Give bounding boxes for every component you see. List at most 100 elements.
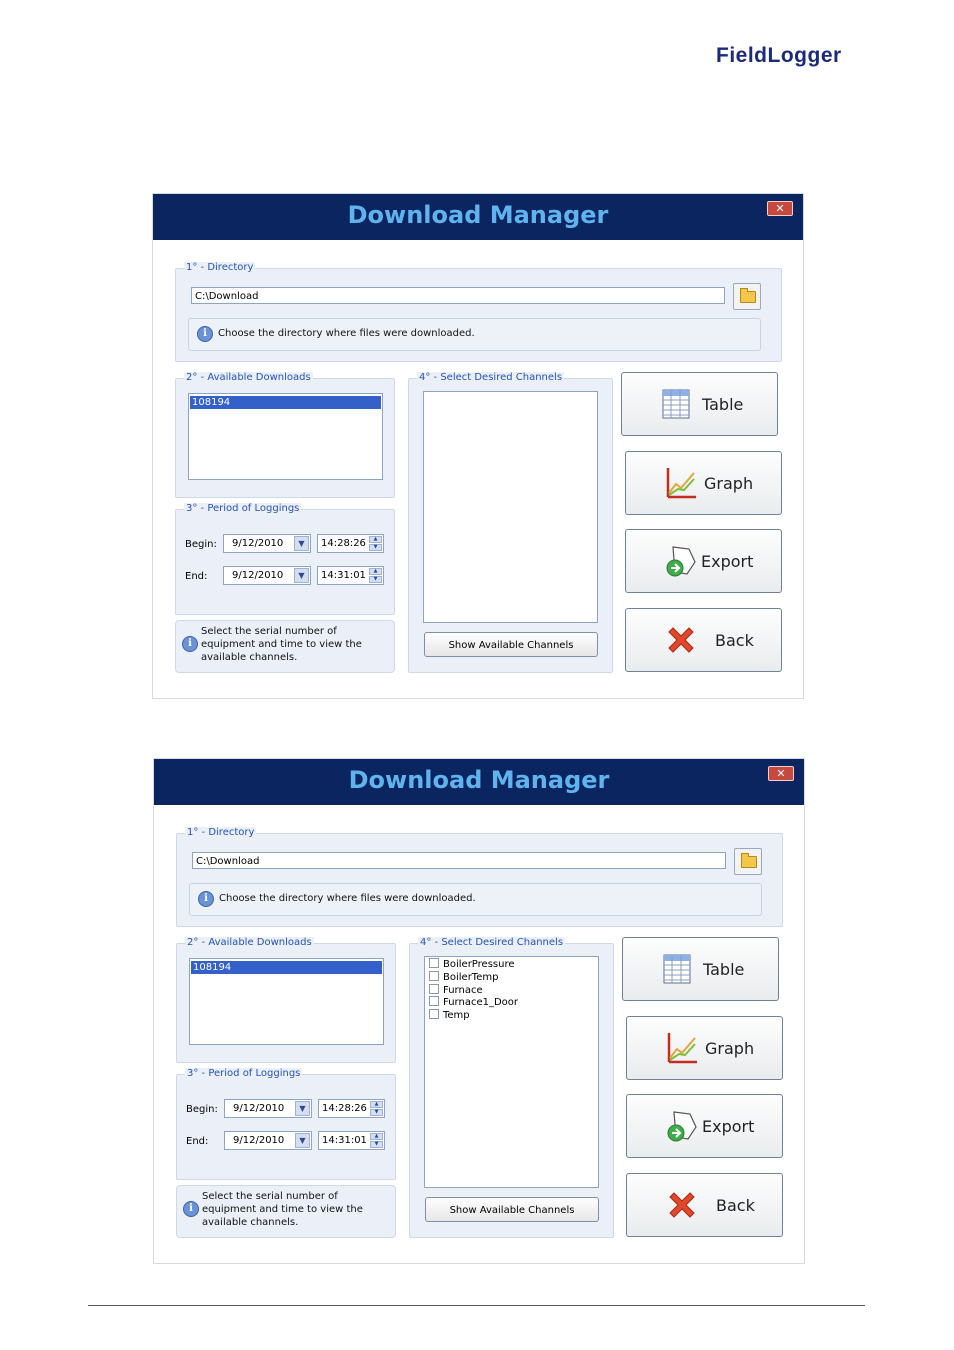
- chevron-down-icon[interactable]: ▼: [295, 1101, 310, 1116]
- channel-checkbox[interactable]: [429, 996, 439, 1007]
- info-icon: i: [183, 1201, 199, 1217]
- begin-time-spinner[interactable]: 14:28:26 ▲ ▼: [317, 534, 384, 553]
- available-downloads-label: 2° - Available Downloads: [184, 372, 313, 383]
- channel-checkbox[interactable]: [429, 970, 439, 981]
- channel-item[interactable]: Furnace1_Door: [429, 996, 518, 1009]
- back-button-label: Back: [715, 631, 754, 650]
- table-button[interactable]: Table: [621, 372, 778, 436]
- directory-group-label: 1° - Directory: [184, 262, 256, 273]
- window-title: Download Manager: [347, 201, 609, 229]
- export-icon: [666, 546, 696, 577]
- period-of-loggings-label: 3° - Period of Loggings: [184, 503, 302, 514]
- show-available-channels-button[interactable]: Show Available Channels: [424, 632, 598, 657]
- channel-item[interactable]: BoilerPressure: [429, 958, 515, 971]
- directory-info-text: Choose the directory where files were do…: [218, 328, 475, 339]
- period-of-loggings-group: 3° - Period of Loggings Begin: 9/12/2010…: [176, 1068, 396, 1180]
- end-time-value: 14:31:01: [322, 1135, 367, 1146]
- end-date-picker[interactable]: 9/12/2010 ▼: [223, 566, 311, 585]
- begin-date-value: 9/12/2010: [233, 1103, 285, 1114]
- back-button[interactable]: Back: [626, 1173, 783, 1237]
- browse-folder-button[interactable]: [734, 848, 762, 875]
- spin-up-icon[interactable]: ▲: [370, 1133, 383, 1140]
- channels-group: 4° - Select Desired Channels Show Availa…: [408, 372, 613, 673]
- table-button-label: Table: [703, 960, 745, 979]
- downloads-list[interactable]: 108194: [188, 393, 383, 480]
- end-time-spinner[interactable]: 14:31:01 ▲ ▼: [318, 1131, 385, 1150]
- spin-down-icon[interactable]: ▼: [370, 1109, 383, 1116]
- download-manager-window: Download Manager ✕ 1° - Directory C:\Dow…: [153, 758, 805, 1264]
- export-button-label: Export: [701, 552, 754, 571]
- directory-info-box: i Choose the directory where files were …: [189, 883, 762, 916]
- period-of-loggings-label: 3° - Period of Loggings: [185, 1068, 303, 1079]
- red-x-icon: [669, 1192, 695, 1218]
- begin-date-picker[interactable]: 9/12/2010 ▼: [224, 1099, 312, 1118]
- end-label: End:: [185, 571, 208, 582]
- channel-checkbox[interactable]: [429, 958, 439, 968]
- download-item[interactable]: 108194: [190, 396, 381, 409]
- table-button-label: Table: [702, 395, 744, 414]
- channel-name: BoilerPressure: [443, 959, 515, 970]
- spin-up-icon[interactable]: ▲: [369, 568, 382, 575]
- title-bar: Download Manager ✕: [154, 759, 804, 805]
- footer-rule: [88, 1305, 865, 1306]
- folder-icon: [741, 853, 757, 868]
- period-of-loggings-group: 3° - Period of Loggings Begin: 9/12/2010…: [175, 503, 395, 615]
- channels-list[interactable]: BoilerPressure BoilerTemp Furnace Furnace1_…: [424, 956, 599, 1188]
- channel-item[interactable]: Furnace: [429, 983, 483, 997]
- download-item[interactable]: 108194: [191, 961, 382, 974]
- spin-down-icon[interactable]: ▼: [370, 1141, 383, 1148]
- hint-text: Select the serial number of equipment an…: [201, 626, 362, 663]
- begin-time-spinner[interactable]: 14:28:26 ▲ ▼: [318, 1099, 385, 1118]
- channel-name: Furnace1_Door: [443, 997, 519, 1009]
- info-icon: i: [198, 891, 214, 907]
- table-icon: [663, 954, 691, 984]
- chevron-down-icon[interactable]: ▼: [294, 568, 309, 583]
- browse-folder-button[interactable]: [733, 283, 761, 310]
- channel-checkbox[interactable]: [429, 983, 439, 994]
- channel-name: Furnace: [443, 984, 483, 996]
- show-available-channels-button[interactable]: Show Available Channels: [425, 1197, 599, 1222]
- directory-info-box: i Choose the directory where files were …: [188, 318, 761, 351]
- directory-group: 1° - Directory C:\Download i Choose the …: [175, 262, 782, 362]
- hint-text: Select the serial number of equipment an…: [202, 1191, 363, 1228]
- graph-button[interactable]: Graph: [626, 1016, 783, 1080]
- spin-down-icon[interactable]: ▼: [369, 576, 382, 583]
- channel-name: Temp: [443, 1010, 470, 1022]
- channels-list[interactable]: [423, 391, 598, 623]
- spin-down-icon[interactable]: ▼: [369, 544, 382, 551]
- export-button-label: Export: [702, 1117, 755, 1136]
- export-icon: [667, 1111, 697, 1142]
- channel-checkbox[interactable]: [429, 1009, 439, 1020]
- hint-box: i Select the serial number of equipment …: [175, 620, 395, 673]
- graph-icon: [666, 468, 696, 499]
- end-time-spinner[interactable]: 14:31:01 ▲ ▼: [317, 566, 384, 585]
- channel-item[interactable]: BoilerTemp: [429, 970, 498, 984]
- spin-up-icon[interactable]: ▲: [369, 536, 382, 543]
- channel-item[interactable]: Temp: [429, 1009, 470, 1022]
- begin-date-picker[interactable]: 9/12/2010 ▼: [223, 534, 311, 553]
- table-button[interactable]: Table: [622, 937, 779, 1001]
- red-x-icon: [668, 627, 694, 653]
- download-manager-window: Download Manager ✕ 1° - Directory C:\Dow…: [152, 193, 804, 699]
- directory-path-input[interactable]: C:\Download: [191, 287, 725, 304]
- end-date-picker[interactable]: 9/12/2010 ▼: [224, 1131, 312, 1150]
- fieldlogger-logo: FieldLogger: [716, 44, 842, 67]
- downloads-list[interactable]: 108194: [189, 958, 384, 1045]
- back-button[interactable]: Back: [625, 608, 782, 672]
- available-downloads-label: 2° - Available Downloads: [185, 937, 314, 948]
- close-button[interactable]: ✕: [768, 766, 794, 781]
- chevron-down-icon[interactable]: ▼: [294, 536, 309, 551]
- chevron-down-icon[interactable]: ▼: [295, 1133, 310, 1148]
- directory-path-input[interactable]: C:\Download: [192, 852, 726, 869]
- graph-button[interactable]: Graph: [625, 451, 782, 515]
- channels-group: 4° - Select Desired Channels BoilerPress…: [409, 937, 614, 1238]
- end-time-value: 14:31:01: [321, 570, 366, 581]
- export-button[interactable]: Export: [626, 1094, 783, 1158]
- spin-up-icon[interactable]: ▲: [370, 1101, 383, 1108]
- graph-button-label: Graph: [704, 474, 754, 493]
- folder-icon: [740, 288, 756, 303]
- export-button[interactable]: Export: [625, 529, 782, 593]
- end-date-value: 9/12/2010: [233, 1135, 285, 1146]
- table-icon: [662, 389, 690, 419]
- close-button[interactable]: ✕: [767, 201, 793, 216]
